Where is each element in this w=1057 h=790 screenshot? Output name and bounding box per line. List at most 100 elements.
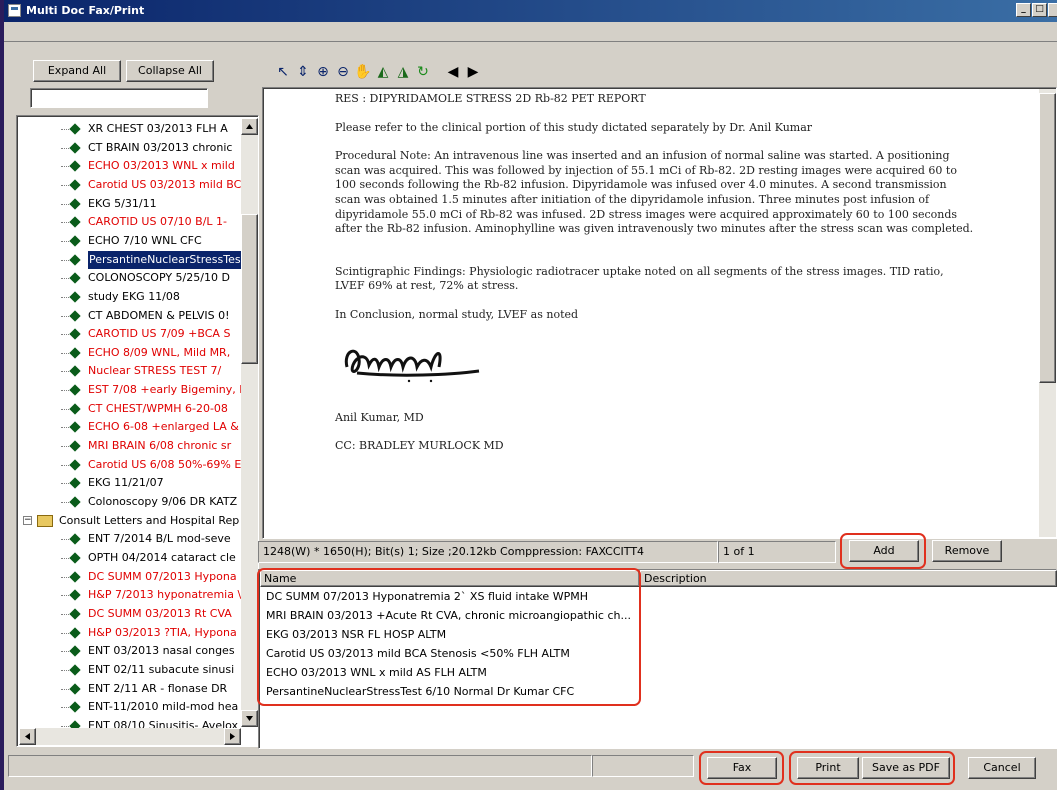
document-node-icon (69, 459, 81, 471)
tree-item-label: ENT 2/11 AR - flonase DR (88, 681, 228, 695)
tree-item[interactable]: ENT 7/2014 B/L mod-seve (19, 530, 242, 548)
list-item[interactable]: EKG 03/2013 NSR FL HOSP ALTM (266, 625, 446, 644)
refresh-icon[interactable]: ↻ (414, 63, 432, 81)
tree-item[interactable]: ECHO 8/09 WNL, Mild MR, (19, 344, 242, 362)
app-icon (8, 4, 21, 17)
document-node-icon (69, 141, 81, 154)
tree-item[interactable]: ECHO 03/2013 WNL x mild (19, 157, 242, 175)
list-item[interactable]: PersantineNuclearStressTest 6/10 Normal … (266, 682, 574, 701)
tree-item-label: ENT 08/10 Sinusitis- Avelox (88, 718, 239, 728)
tree-item-label: CT CHEST/WPMH 6-20-08 (88, 401, 228, 415)
document-node-icon (69, 477, 81, 490)
tree-folder[interactable]: − Consult Letters and Hospital Rep (19, 512, 242, 530)
tree-item[interactable]: H&P 03/2013 ?TIA, Hypona (19, 624, 242, 642)
tree-item-label: Carotid US 6/08 50%-69% E (88, 457, 242, 471)
report-paragraph-1: Please refer to the clinical portion of … (335, 120, 813, 134)
collapse-box-icon[interactable]: − (23, 515, 32, 525)
column-header-name[interactable]: Name (260, 570, 640, 587)
previous-page-icon[interactable]: ◀ (444, 63, 462, 81)
document-page: RES : DIPYRIDAMOLE STRESS 2D Rb-82 PET R… (335, 92, 975, 468)
tree-item-label: DC SUMM 03/2013 Rt CVA (88, 606, 232, 620)
document-tree: XR CHEST 03/2013 FLH A CT BRAIN 03/2013 c… (16, 115, 259, 747)
zoom-out-icon[interactable]: ⊖ (334, 63, 352, 81)
tree-item[interactable]: ENT 08/10 Sinusitis- Avelox (19, 717, 242, 728)
tree-item[interactable]: CAROTID US 7/09 +BCA S (19, 325, 242, 343)
tree-item[interactable]: EKG 11/21/07 (19, 474, 242, 492)
tree-item[interactable]: EST 7/08 +early Bigeminy, I (19, 381, 242, 399)
column-header-description[interactable]: Description (640, 570, 1057, 587)
tree-item-label: study EKG 11/08 (88, 289, 180, 303)
rotate-right-icon[interactable]: ◮ (394, 63, 412, 81)
tree-item[interactable]: ENT 03/2013 nasal conges (19, 642, 242, 660)
document-node-icon (69, 291, 81, 303)
tree-scroll-thumb[interactable] (241, 214, 258, 364)
tree-item[interactable]: CAROTID US 07/10 B/L 1- (19, 213, 242, 231)
tree-item[interactable]: ENT 02/11 subacute sinusi (19, 661, 242, 679)
add-button[interactable]: Add (849, 540, 919, 562)
tree-item[interactable]: DC SUMM 03/2013 Rt CVA (19, 605, 242, 623)
tree-item[interactable]: H&P 7/2013 hyponatremia \ (19, 586, 242, 604)
document-vertical-scrollbar[interactable] (1039, 89, 1056, 537)
tree-vertical-scrollbar[interactable] (241, 118, 258, 727)
next-page-icon[interactable]: ▶ (464, 63, 482, 81)
scroll-left-arrow[interactable] (19, 728, 36, 745)
tree-item[interactable]: MRI BRAIN 6/08 chronic sr (19, 437, 242, 455)
tree-item[interactable]: XR CHEST 03/2013 FLH A (19, 120, 242, 138)
tree-item[interactable]: ECHO 7/10 WNL CFC (19, 232, 242, 250)
save-as-pdf-button[interactable]: Save as PDF (862, 757, 950, 779)
tree-item[interactable]: ENT-11/2010 mild-mod hea (19, 698, 242, 716)
pan-hand-icon[interactable]: ✋ (354, 63, 372, 81)
tree-item-label: DC SUMM 07/2013 Hypona (88, 569, 237, 583)
tree-item[interactable]: Carotid US 6/08 50%-69% E (19, 456, 242, 474)
maximize-button[interactable]: □ (1032, 3, 1047, 17)
tree-item[interactable]: ECHO 6-08 +enlarged LA & (19, 418, 242, 436)
expand-all-button[interactable]: Expand All (33, 60, 121, 82)
fit-page-icon[interactable]: ⇕ (294, 63, 312, 81)
signature-image (344, 349, 480, 382)
scroll-right-arrow[interactable] (224, 728, 241, 745)
menu-strip (4, 22, 1057, 42)
tree-item[interactable]: OPTH 04/2014 cataract cle (19, 549, 242, 567)
status-bar-left (8, 755, 592, 777)
tree-item[interactable]: Carotid US 03/2013 mild BC (19, 176, 242, 194)
tree-item[interactable]: COLONOSCOPY 5/25/10 D (19, 269, 242, 287)
tree-item[interactable]: CT BRAIN 03/2013 chronic (19, 139, 242, 157)
tree-item[interactable]: ENT 2/11 AR - flonase DR (19, 680, 242, 698)
cancel-button[interactable]: Cancel (968, 757, 1036, 779)
tree-item[interactable]: EKG 5/31/11 (19, 195, 242, 213)
close-button-partial[interactable] (1048, 3, 1057, 17)
print-button[interactable]: Print (797, 757, 859, 779)
document-scroll-thumb[interactable] (1039, 93, 1056, 383)
pointer-icon[interactable]: ↖ (274, 63, 292, 81)
tree-item-label: EKG 5/31/11 (88, 196, 157, 210)
tree-item-label: ECHO 03/2013 WNL x mild (88, 159, 235, 173)
fax-button[interactable]: Fax (707, 757, 777, 779)
rotate-left-icon[interactable]: ◭ (374, 63, 392, 81)
list-item[interactable]: Carotid US 03/2013 mild BCA Stenosis <50… (266, 644, 570, 663)
scroll-down-arrow[interactable] (241, 710, 258, 727)
tree-item[interactable]: PersantineNuclearStressTes (19, 249, 242, 270)
tree-item[interactable]: Nuclear STRESS TEST 7/ (19, 362, 242, 380)
filter-input[interactable] (30, 88, 208, 108)
tree-item[interactable]: DC SUMM 07/2013 Hypona (19, 568, 242, 586)
collapse-all-button[interactable]: Collapse All (126, 60, 214, 82)
tree-item-label: MRI BRAIN 6/08 chronic sr (88, 439, 232, 453)
list-item[interactable]: MRI BRAIN 03/2013 +Acute Rt CVA, chronic… (266, 606, 631, 625)
tree-item[interactable]: study EKG 11/08 (19, 288, 242, 306)
scroll-up-arrow[interactable] (241, 118, 258, 135)
tree-horizontal-scrollbar[interactable] (19, 728, 241, 745)
tree-item-label: ENT-11/2010 mild-mod hea (88, 700, 239, 714)
document-node-icon (69, 384, 81, 396)
minimize-button[interactable]: _ (1016, 3, 1031, 17)
status-bar-mid (592, 755, 694, 777)
tree-item[interactable]: Colonoscopy 9/06 DR KATZ (19, 493, 242, 511)
tree-item[interactable]: CT CHEST/WPMH 6-20-08 (19, 400, 242, 418)
zoom-in-icon[interactable]: ⊕ (314, 63, 332, 81)
remove-button[interactable]: Remove (932, 540, 1002, 562)
document-node-icon (69, 272, 81, 284)
list-item[interactable]: ECHO 03/2013 WNL x mild AS FLH ALTM (266, 663, 487, 682)
tree-item[interactable]: CT ABDOMEN & PELVIS 0! (19, 307, 242, 325)
list-item[interactable]: DC SUMM 07/2013 Hyponatremia 2` XS fluid… (266, 587, 588, 606)
document-node-icon (69, 664, 81, 676)
document-node-icon (69, 626, 81, 639)
